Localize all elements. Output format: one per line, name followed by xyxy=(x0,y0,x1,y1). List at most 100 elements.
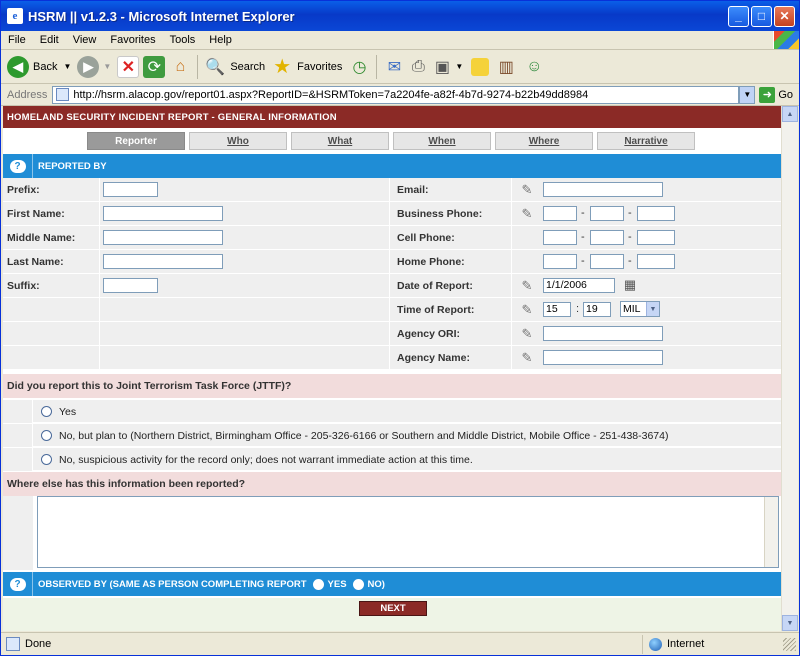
page-icon xyxy=(56,88,70,101)
status-bar: Done Internet xyxy=(1,632,799,655)
prefix-input[interactable] xyxy=(103,182,158,197)
print-icon[interactable]: ⎙ xyxy=(407,56,429,78)
time-hour-input[interactable]: 15 xyxy=(543,302,571,317)
agency-name-input[interactable] xyxy=(543,350,663,365)
cell-phone-line-input[interactable] xyxy=(637,230,675,245)
menu-file[interactable]: File xyxy=(1,34,33,46)
edit-dropdown-icon[interactable]: ▼ xyxy=(455,62,463,71)
title-bar: e HSRM || v1.2.3 - Microsoft Internet Ex… xyxy=(1,1,799,31)
page-header: HOMELAND SECURITY INCIDENT REPORT - GENE… xyxy=(3,106,781,128)
first-name-input[interactable] xyxy=(103,206,223,221)
discuss-icon[interactable] xyxy=(471,57,490,76)
back-dropdown-icon[interactable]: ▼ xyxy=(63,62,71,71)
where-else-textarea[interactable] xyxy=(37,496,779,568)
observed-by-title: OBSERVED BY (SAME AS PERSON COMPLETING R… xyxy=(38,578,307,590)
next-row: NEXT xyxy=(3,598,781,631)
address-dropdown-icon[interactable]: ▼ xyxy=(739,85,756,104)
jttf-option-row: No, suspicious activity for the record o… xyxy=(3,448,781,471)
help-bubble-icon[interactable]: ? xyxy=(3,154,33,178)
suffix-input[interactable] xyxy=(103,278,158,293)
jttf-option-row: No, but plan to (Northern District, Birm… xyxy=(3,424,781,447)
address-label: Address xyxy=(7,88,48,101)
last-name-input[interactable] xyxy=(103,254,223,269)
agency-ori-input[interactable] xyxy=(543,326,663,341)
tab-when[interactable]: When xyxy=(393,132,491,150)
history-icon[interactable]: ◷ xyxy=(348,56,370,78)
help-icon[interactable]: ✎ xyxy=(519,302,535,318)
business-phone-line-input[interactable] xyxy=(637,206,675,221)
help-icon[interactable]: ✎ xyxy=(519,350,535,366)
messenger-icon[interactable]: ☺ xyxy=(523,56,545,78)
refresh-icon[interactable]: ⟳ xyxy=(143,55,166,78)
address-input[interactable]: http://hsrm.alacop.gov/report01.aspx?Rep… xyxy=(52,85,740,104)
edit-icon[interactable]: ▣ xyxy=(431,56,453,78)
help-icon[interactable]: ✎ xyxy=(519,326,535,342)
help-bubble-icon[interactable]: ? xyxy=(3,572,33,596)
prefix-label: Prefix: xyxy=(3,178,99,201)
observed-no-radio[interactable] xyxy=(352,578,364,590)
next-button[interactable]: NEXT xyxy=(359,601,427,616)
tab-where[interactable]: Where xyxy=(495,132,593,150)
home-phone-line-input[interactable] xyxy=(637,254,675,269)
calendar-icon[interactable]: ▦ xyxy=(621,277,639,293)
tab-what[interactable]: What xyxy=(291,132,389,150)
status-text: Done xyxy=(25,638,52,650)
close-button[interactable]: ✕ xyxy=(774,5,795,27)
menu-view[interactable]: View xyxy=(66,34,104,46)
time-separator: : xyxy=(576,303,580,315)
observed-yes-radio[interactable] xyxy=(312,578,324,590)
jttf-record-only-label: No, suspicious activity for the record o… xyxy=(59,454,473,466)
date-of-report-input[interactable]: 1/1/2006 xyxy=(543,278,615,293)
middle-name-input[interactable] xyxy=(103,230,223,245)
help-icon[interactable]: ✎ xyxy=(519,278,535,294)
textarea-scrollbar[interactable] xyxy=(764,497,778,567)
browser-window: e HSRM || v1.2.3 - Microsoft Internet Ex… xyxy=(0,0,800,656)
reported-by-section: ? REPORTED BY xyxy=(3,154,781,178)
jttf-yes-radio[interactable] xyxy=(41,406,52,417)
maximize-button[interactable]: □ xyxy=(751,5,772,27)
menu-favorites[interactable]: Favorites xyxy=(103,34,162,46)
email-input[interactable] xyxy=(543,182,663,197)
menu-help[interactable]: Help xyxy=(202,34,239,46)
time-format-select[interactable]: MIL ▼ xyxy=(620,301,660,317)
stop-icon[interactable]: ✕ xyxy=(117,55,140,78)
cell-phone-prefix-input[interactable] xyxy=(590,230,624,245)
reported-by-title: REPORTED BY xyxy=(38,160,107,172)
forward-button[interactable]: ▶ ▼ xyxy=(77,55,111,78)
tab-reporter[interactable]: Reporter xyxy=(87,132,185,150)
mail-icon[interactable]: ✉ xyxy=(383,56,405,78)
page-scrollbar[interactable]: ▲ ▼ xyxy=(781,106,798,631)
menu-tools[interactable]: Tools xyxy=(163,34,203,46)
business-phone-area-input[interactable] xyxy=(543,206,577,221)
row-spacer xyxy=(3,448,33,471)
forward-dropdown-icon[interactable]: ▼ xyxy=(103,62,111,71)
minimize-button[interactable]: _ xyxy=(728,5,749,27)
favorites-label: Favorites xyxy=(297,60,343,73)
jttf-plan-radio[interactable] xyxy=(41,430,52,441)
back-button[interactable]: ◀ Back ▼ xyxy=(7,55,71,78)
tab-who[interactable]: Who xyxy=(189,132,287,150)
scroll-down-icon[interactable]: ▼ xyxy=(782,615,798,631)
research-icon[interactable]: ▥ xyxy=(495,56,517,78)
home-icon[interactable]: ⌂ xyxy=(169,56,191,78)
row-spacer xyxy=(3,400,33,423)
toolbar-separator xyxy=(376,54,378,79)
jttf-record-only-radio[interactable] xyxy=(41,454,52,465)
resize-grip-icon[interactable] xyxy=(783,637,796,651)
business-phone-prefix-input[interactable] xyxy=(590,206,624,221)
tab-narrative[interactable]: Narrative xyxy=(597,132,695,150)
search-label: Search xyxy=(230,60,266,73)
help-icon[interactable]: ✎ xyxy=(519,182,535,198)
favorites-button[interactable]: ★ Favorites xyxy=(271,56,342,78)
time-minute-input[interactable]: 19 xyxy=(583,302,611,317)
home-phone-area-input[interactable] xyxy=(543,254,577,269)
agency-name-label: Agency Name: xyxy=(393,346,511,369)
scroll-up-icon[interactable]: ▲ xyxy=(782,106,798,122)
home-phone-prefix-input[interactable] xyxy=(590,254,624,269)
jttf-option-row: Yes xyxy=(3,400,781,423)
menu-edit[interactable]: Edit xyxy=(33,34,66,46)
help-icon[interactable]: ✎ xyxy=(519,206,535,222)
cell-phone-area-input[interactable] xyxy=(543,230,577,245)
search-button[interactable]: 🔍 Search xyxy=(204,56,265,78)
go-button[interactable]: ➜ Go xyxy=(759,86,793,103)
